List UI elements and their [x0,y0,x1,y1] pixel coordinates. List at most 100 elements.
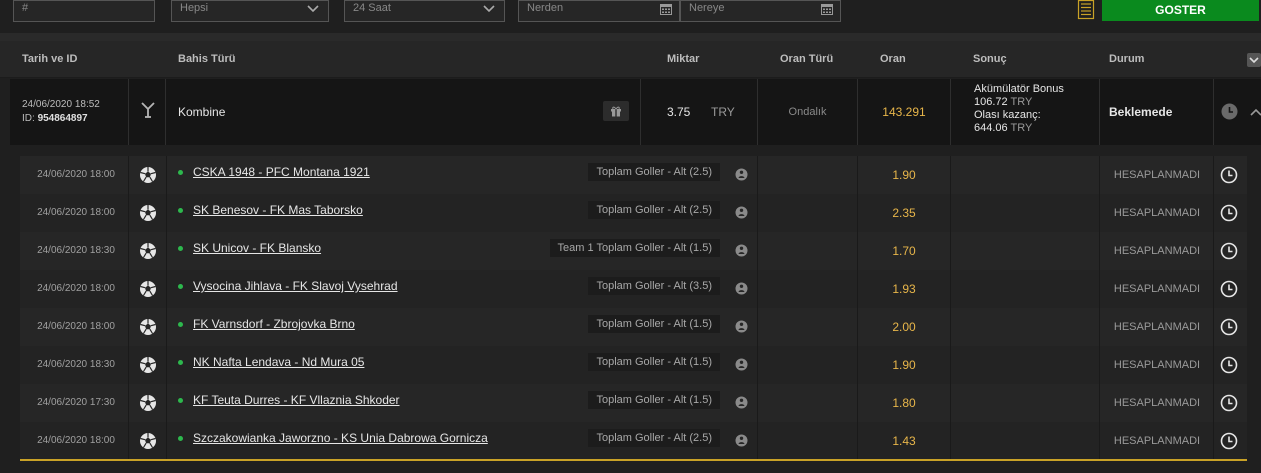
bonus-value: 106.72 [974,96,1008,108]
header-status: Durum [1109,53,1145,65]
divider [166,194,167,232]
period-select[interactable]: 24 Saat [344,0,505,22]
leg-match-link[interactable]: KF Teuta Durres - KF Vllaznia Shkoder [193,384,400,422]
divider [128,156,129,194]
collapse-button[interactable] [1247,53,1261,67]
bet-row[interactable]: 24/06/2020 18:52 ID: 954864897 Kombine 3… [10,79,1261,145]
divider [950,346,951,384]
leg-date: 24/06/2020 18:00 [37,283,115,294]
divider [166,270,167,308]
divider [1213,194,1214,232]
chevron-down-icon [483,5,495,13]
bet-leg-row[interactable]: 24/06/2020 18:00 SK Benesov - FK Mas Tab… [20,194,1247,232]
bet-type-value: Hepsi [180,2,209,14]
chevron-down-icon [1249,57,1259,64]
bet-status: Beklemede [1109,105,1173,119]
bet-date-id: 24/06/2020 18:52 ID: 954864897 [22,98,100,126]
leg-status: HESAPLANMADI [1113,207,1201,219]
leg-status: HESAPLANMADI [1113,435,1201,447]
show-button[interactable]: GOSTER [1102,0,1259,21]
leg-info-button[interactable] [727,318,755,336]
date-to-placeholder: Nereye [689,2,725,14]
leg-status: HESAPLANMADI [1113,283,1201,295]
divider [128,194,129,232]
divider [0,33,1261,41]
leg-date: 24/06/2020 18:00 [37,321,115,332]
live-status-dot [178,284,183,289]
bet-leg-row[interactable]: 24/06/2020 18:00 Vysocina Jihlava - FK S… [20,270,1247,308]
clock-icon [1220,318,1238,336]
header-odds: Oran [880,53,906,65]
live-status-dot [178,322,183,327]
bet-id-input[interactable]: # [13,0,155,22]
calendar-icon[interactable] [660,3,672,15]
bet-leg-row[interactable]: 24/06/2020 18:00 FK Varnsdorf - Zbrojovk… [20,308,1247,346]
bet-leg-row[interactable]: 24/06/2020 18:00 CSKA 1948 - PFC Montana… [20,156,1247,194]
info-person-icon [735,244,748,257]
divider [128,270,129,308]
leg-status: HESAPLANMADI [1113,359,1201,371]
bet-leg-row[interactable]: 24/06/2020 18:30 NK Nafta Lendava - Nd M… [20,346,1247,384]
info-person-icon [735,168,748,181]
list-document-icon[interactable] [1076,0,1096,20]
leg-market: Toplam Goller - Alt (2.5) [588,201,720,219]
leg-info-button[interactable] [727,204,755,222]
leg-info-button[interactable] [727,280,755,298]
leg-info-button[interactable] [727,432,755,450]
divider [1213,422,1214,460]
date-from-placeholder: Nerden [527,2,564,14]
leg-match-link[interactable]: FK Varnsdorf - Zbrojovka Brno [193,308,355,346]
clock-icon [1220,166,1238,184]
leg-match-link[interactable]: SK Unicov - FK Blansko [193,232,321,270]
divider [950,384,951,422]
bet-id-placeholder: # [22,2,29,14]
leg-odds: 2.35 [892,206,916,220]
leg-info-button[interactable] [727,166,755,184]
football-icon [140,395,156,411]
leg-market-wrap: Toplam Goller - Alt (1.5) [420,346,720,384]
bonus-currency: TRY [1010,96,1033,108]
bet-amount: 3.75 [667,105,691,119]
calendar-icon[interactable] [821,3,833,15]
divider [757,194,758,232]
chevron-up-icon[interactable] [1250,105,1261,119]
divider [128,346,129,384]
divider [1099,79,1100,145]
bet-leg-row[interactable]: 24/06/2020 18:00 Szczakowianka Jaworzno … [20,422,1247,460]
leg-info-button[interactable] [727,356,755,374]
bet-leg-row[interactable]: 24/06/2020 18:30 SK Unicov - FK Blansko … [20,232,1247,270]
leg-status: HESAPLANMADI [1113,245,1201,257]
leg-match-link[interactable]: CSKA 1948 - PFC Montana 1921 [193,156,370,194]
leg-odds: 2.00 [892,320,916,334]
divider [950,79,951,145]
leg-market-wrap: Toplam Goller - Alt (2.5) [420,422,720,460]
divider [950,422,951,460]
bonus-label: Akümülatör Bonus [974,83,1064,95]
live-status-dot [178,436,183,441]
bet-id-line: ID: 954864897 [22,112,100,126]
period-value: 24 Saat [353,2,391,14]
leg-odds: 1.80 [892,396,916,410]
leg-status: HESAPLANMADI [1113,169,1201,181]
bet-currency: TRY [711,105,735,119]
leg-info-button[interactable] [727,394,755,412]
live-status-dot [178,208,183,213]
divider [166,308,167,346]
divider [950,156,951,194]
leg-match-link[interactable]: SK Benesov - FK Mas Taborsko [193,194,363,232]
chevron-down-icon [307,5,319,13]
leg-info-button[interactable] [727,242,755,260]
combo-split-icon [141,102,155,118]
gift-button[interactable] [603,101,629,121]
date-to-input[interactable]: Nereye [680,0,841,22]
info-person-icon [735,206,748,219]
leg-status: HESAPLANMADI [1113,321,1201,333]
football-icon [140,319,156,335]
divider [1099,194,1100,232]
divider [757,270,758,308]
bet-leg-row[interactable]: 24/06/2020 17:30 KF Teuta Durres - KF Vl… [20,384,1247,422]
date-from-input[interactable]: Nerden [518,0,680,22]
leg-match-link[interactable]: Vysocina Jihlava - FK Slavoj Vysehrad [193,270,398,308]
bet-type-select[interactable]: Hepsi [171,0,329,22]
leg-match-link[interactable]: NK Nafta Lendava - Nd Mura 05 [193,346,364,384]
